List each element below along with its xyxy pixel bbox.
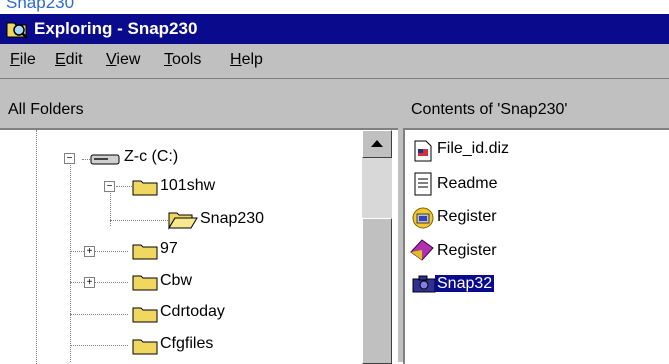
folder-icon <box>132 307 158 323</box>
drive-icon <box>90 154 120 165</box>
tree-item-97[interactable]: 97 <box>160 240 178 258</box>
tree-line <box>70 282 128 283</box>
tree-line <box>70 158 71 362</box>
title-bar[interactable]: Exploring - Snap230 <box>0 14 669 44</box>
scroll-thumb[interactable] <box>362 218 392 364</box>
top-strip: Snap230 <box>0 0 669 14</box>
tree-item-drive-c[interactable]: Z-c (C:) <box>124 148 178 166</box>
camera-icon <box>412 275 436 293</box>
collapse-toggle[interactable]: − <box>64 153 75 164</box>
open-folder-icon <box>168 212 198 230</box>
scroll-up-button[interactable] <box>362 130 392 158</box>
tree-item-snap230[interactable]: Snap230 <box>200 210 264 228</box>
all-folders-header: All Folders <box>0 92 398 128</box>
tree-item-cdrtoday[interactable]: Cdrtoday <box>160 303 225 321</box>
folder-icon <box>132 275 158 291</box>
window-title: Exploring - Snap230 <box>34 19 198 38</box>
folder-icon <box>132 180 158 196</box>
tree-line <box>70 314 128 315</box>
folder-tree-scrollbar[interactable] <box>362 130 392 364</box>
menu-file[interactable]: File <box>10 51 36 69</box>
tree-line <box>110 220 168 221</box>
menu-bar: File Edit View Tools Help <box>0 44 669 79</box>
tree-line <box>70 251 128 252</box>
image-file-icon <box>414 140 432 162</box>
contents-list: File_id.diz Readme Register Register Sna… <box>403 128 669 364</box>
file-item[interactable]: Register <box>437 242 497 260</box>
folder-icon <box>132 244 158 260</box>
setup-icon <box>412 207 434 229</box>
tree-item-101shw[interactable]: 101shw <box>160 177 215 195</box>
menu-edit[interactable]: Edit <box>55 51 83 69</box>
contents-label: Contents of 'Snap230' <box>411 101 568 118</box>
menu-tools[interactable]: Tools <box>164 51 201 69</box>
file-item[interactable]: Register <box>437 208 497 226</box>
arrow-up-icon <box>371 140 383 147</box>
folder-tree: − Z-c (C:) − 101shw Snap230 + 97 + Cbw C… <box>0 128 398 364</box>
menu-view[interactable]: View <box>106 51 140 69</box>
explorer-icon <box>6 22 28 39</box>
tree-line <box>36 130 37 364</box>
collapse-toggle[interactable]: − <box>104 181 115 192</box>
top-strip-fragment: Snap230 <box>6 0 75 12</box>
tree-line <box>70 345 128 346</box>
all-folders-label: All Folders <box>8 101 84 118</box>
toolbar-gap <box>0 79 669 92</box>
file-item-selected[interactable]: Snap32 <box>435 275 495 293</box>
folder-icon <box>132 339 158 355</box>
gem-icon <box>410 239 434 261</box>
file-item[interactable]: Readme <box>437 175 497 193</box>
file-item[interactable]: File_id.diz <box>437 140 509 158</box>
expand-toggle[interactable]: + <box>84 246 95 257</box>
menu-help[interactable]: Help <box>230 51 263 69</box>
text-file-icon <box>414 172 432 196</box>
expand-toggle[interactable]: + <box>84 277 95 288</box>
contents-header: Contents of 'Snap230' <box>403 92 669 128</box>
tree-item-cfgfiles[interactable]: Cfgfiles <box>160 335 213 353</box>
tree-item-cbw[interactable]: Cbw <box>160 272 192 290</box>
